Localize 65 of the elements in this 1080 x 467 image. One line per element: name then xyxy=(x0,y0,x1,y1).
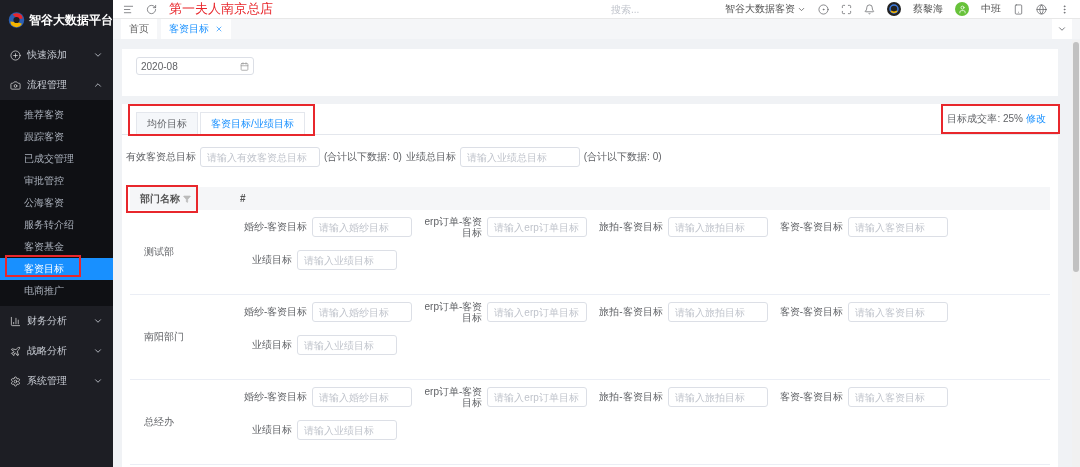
chevron-icon xyxy=(93,316,103,326)
field-label: 业绩目标 xyxy=(252,253,292,267)
avatar[interactable] xyxy=(887,2,901,16)
submenu-item[interactable]: 电商推广 xyxy=(0,280,113,302)
field-label: 业绩目标 xyxy=(252,423,292,437)
field-label: 业绩目标 xyxy=(252,338,292,352)
field-label: 客资-客资目标 xyxy=(779,390,844,404)
field-label: 有效客资总目标 xyxy=(126,150,196,164)
submenu-item[interactable]: 客资基金 xyxy=(0,236,113,258)
chevron-icon xyxy=(1057,24,1067,34)
logo-icon xyxy=(8,9,25,31)
field-label: 客资-客资目标 xyxy=(779,220,844,234)
field-label: 婚纱-客资目标 xyxy=(244,220,308,234)
submenu-item[interactable]: 审批管控 xyxy=(0,170,113,192)
department-cell-text: 总经办 xyxy=(143,415,175,429)
store-title: 第一夫人南京总店 xyxy=(169,0,273,18)
menu-item[interactable]: 财务分析 xyxy=(0,306,113,336)
field-label: 客资-客资目标 xyxy=(779,305,844,319)
field-label: erp订单-客资目标 xyxy=(424,216,483,238)
column-header: # xyxy=(239,192,246,206)
field-label: 婚纱-客资目标 xyxy=(244,305,308,319)
target-icon[interactable] xyxy=(818,3,829,15)
close-icon[interactable] xyxy=(215,25,223,33)
field-label: erp订单-客资目标 xyxy=(424,386,483,408)
phone-icon[interactable] xyxy=(1013,3,1024,15)
user-name[interactable]: 蔡黎海 xyxy=(913,2,943,16)
column-header: 部门名称 xyxy=(126,184,198,213)
field-label: erp订单-客资目标 xyxy=(424,301,483,323)
submenu-item[interactable]: 已成交管理 xyxy=(0,148,113,170)
chevron-icon xyxy=(93,346,103,356)
field-label: 旅拍-客资目标 xyxy=(599,305,663,319)
target-tab[interactable]: 均价目标 xyxy=(136,112,198,135)
menu-item[interactable]: 快速添加 xyxy=(0,40,113,70)
menu-item[interactable]: 流程管理 xyxy=(0,70,113,100)
field-label: 业绩总目标 xyxy=(405,150,456,164)
refresh-icon[interactable] xyxy=(146,3,157,15)
menu-item[interactable]: 战略分析 xyxy=(0,336,113,366)
fullscreen-icon[interactable] xyxy=(841,3,852,15)
submenu-item[interactable]: 推荐客资 xyxy=(0,104,113,126)
shift-label[interactable]: 中班 xyxy=(981,2,1001,16)
field-label: 旅拍-客资目标 xyxy=(599,390,663,404)
filter-icon[interactable] xyxy=(183,194,191,203)
submenu-item[interactable]: 公海客资 xyxy=(0,192,113,214)
field-label: 婚纱-客资目标 xyxy=(244,390,308,404)
chevron-icon xyxy=(93,376,103,386)
total-note: (合计以下数据: 0) xyxy=(583,150,662,164)
calendar-icon xyxy=(240,61,249,71)
logo-text: 智谷大数据平台 xyxy=(29,11,113,29)
chevron-icon xyxy=(93,80,103,90)
bell-icon[interactable] xyxy=(864,3,875,15)
submenu-item[interactable]: 服务转介绍 xyxy=(0,214,113,236)
submenu-item[interactable]: 跟踪客资 xyxy=(0,126,113,148)
scrollbar[interactable] xyxy=(1072,40,1080,467)
chevron-icon xyxy=(93,50,103,60)
total-note: (合计以下数据: 0) xyxy=(324,150,402,164)
date-field[interactable]: 2020-08 xyxy=(136,57,254,75)
department-cell-text: 南阳部门 xyxy=(143,330,185,344)
page-tab[interactable]: 首页 xyxy=(121,19,157,39)
field-label: 旅拍-客资目标 xyxy=(599,220,663,234)
department-cell-text: 测试部 xyxy=(143,245,175,259)
rate-label: 目标成交率: 25% xyxy=(947,112,1023,126)
search-field[interactable]: 搜索... xyxy=(609,2,693,16)
globe-icon[interactable] xyxy=(1036,3,1047,15)
org-dropdown[interactable]: 智谷大数据客资 xyxy=(725,2,806,16)
menu-item[interactable]: 系统管理 xyxy=(0,366,113,396)
